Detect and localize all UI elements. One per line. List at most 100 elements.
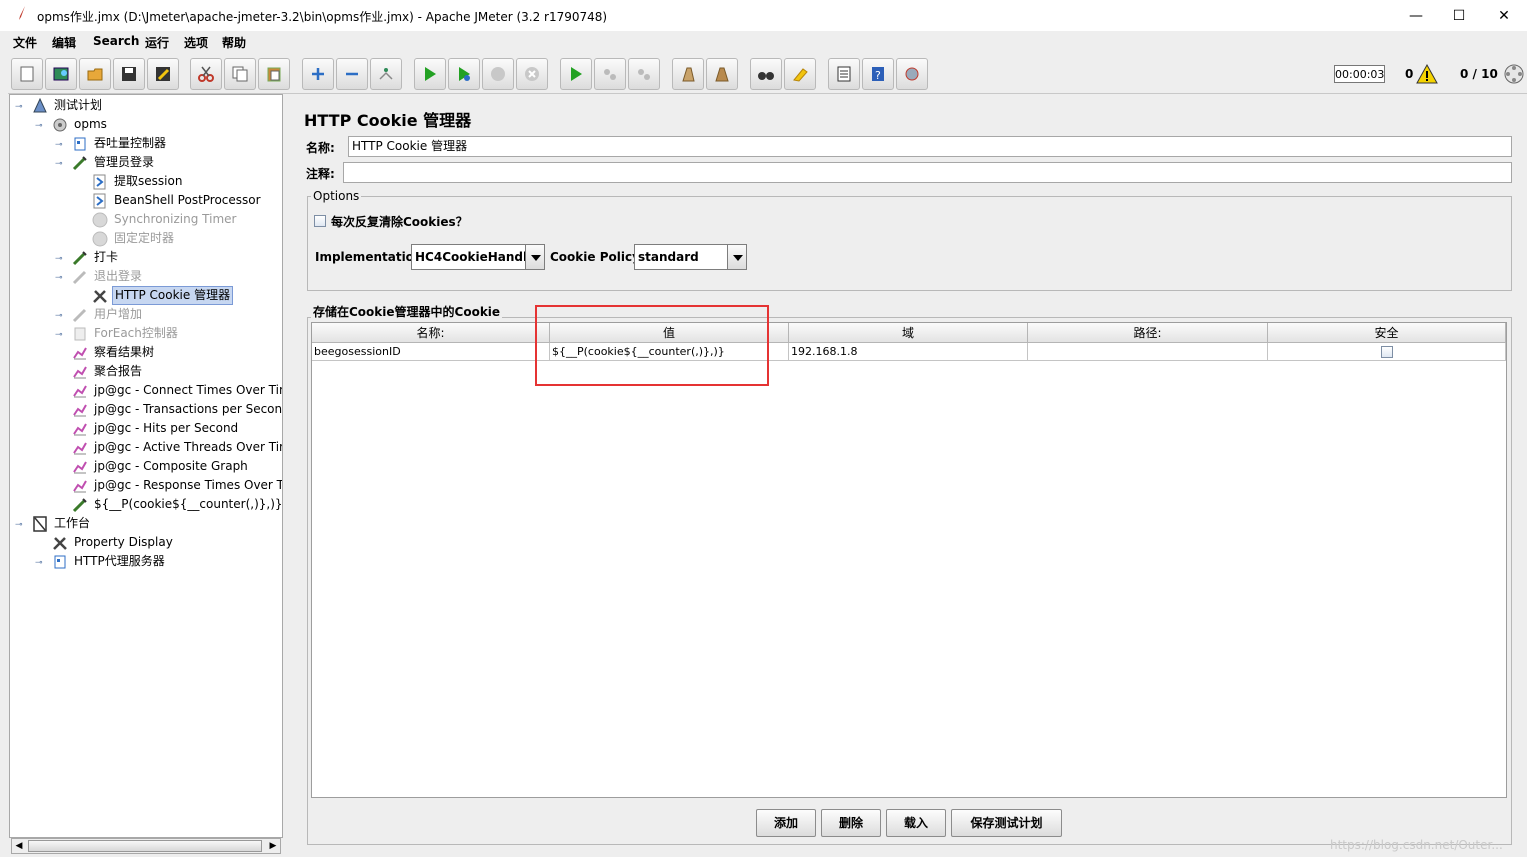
paste-icon[interactable] [258, 58, 290, 90]
scroll-thumb[interactable] [28, 840, 262, 852]
expand-icon[interactable] [302, 58, 334, 90]
tree-horizontal-scrollbar[interactable]: ◀ ▶ [11, 838, 281, 854]
collapse-icon[interactable] [336, 58, 368, 90]
options-group-title: Options [311, 189, 362, 203]
background-edge [1527, 0, 1536, 864]
sampler-icon [72, 497, 88, 513]
remote-stop-icon[interactable] [594, 58, 626, 90]
scroll-right-icon[interactable]: ▶ [267, 840, 279, 852]
open-icon[interactable] [79, 58, 111, 90]
sampler-icon [72, 155, 88, 171]
listener-icon [72, 440, 88, 456]
search-icon[interactable] [750, 58, 782, 90]
test-plan-tree[interactable]: ⊸ 测试计划 ⊸ opms ⊸ 吞吐量控制器 ⊸ 管理员登录 提取session… [9, 94, 283, 838]
config-icon [52, 535, 68, 551]
new-icon[interactable] [11, 58, 43, 90]
menu-help[interactable]: 帮助 [222, 34, 246, 51]
toggle-icon[interactable] [370, 58, 402, 90]
controller-icon [72, 136, 88, 152]
expander-icon[interactable]: ⊸ [35, 122, 43, 131]
implementation-value: HC4CookieHandler [415, 250, 542, 264]
error-count: 0 [1405, 67, 1414, 81]
scroll-left-icon[interactable]: ◀ [13, 840, 25, 852]
name-label: 名称: [306, 141, 335, 155]
expander-icon[interactable]: ⊸ [55, 331, 63, 340]
delete-button[interactable]: 删除 [821, 809, 881, 837]
save-as-icon[interactable] [147, 58, 179, 90]
expander-icon[interactable]: ⊸ [35, 559, 43, 568]
stop-icon[interactable] [482, 58, 514, 90]
name-field[interactable]: HTTP Cookie 管理器 [348, 136, 1512, 157]
function-helper-icon[interactable] [828, 58, 860, 90]
expander-icon[interactable]: ⊸ [55, 274, 63, 283]
annotation-highlight-box [535, 305, 769, 386]
remote-start-icon[interactable] [560, 58, 592, 90]
chevron-down-icon[interactable] [727, 245, 746, 269]
templates-icon[interactable] [45, 58, 77, 90]
expander-icon[interactable]: ⊸ [15, 521, 23, 530]
help-icon[interactable]: ? [862, 58, 894, 90]
split-pane-divider[interactable] [285, 94, 293, 854]
cut-icon[interactable] [190, 58, 222, 90]
expander-icon[interactable]: ⊸ [55, 255, 63, 264]
clear-each-iteration-checkbox[interactable] [314, 215, 326, 227]
expander-icon[interactable]: ⊸ [55, 160, 63, 169]
timer-icon [92, 212, 108, 228]
cookie-policy-select[interactable]: standard [634, 244, 747, 270]
controller-icon [52, 554, 68, 570]
column-header-domain[interactable]: 域 [789, 323, 1028, 343]
cookie-policy-label: Cookie Policy: [550, 250, 645, 264]
column-header-path[interactable]: 路径: [1028, 323, 1268, 343]
watermark: https://blog.csdn.net/Outer... [1330, 838, 1503, 852]
remote-exit-icon[interactable] [628, 58, 660, 90]
comment-field[interactable] [343, 162, 1512, 183]
load-button[interactable]: 载入 [886, 809, 946, 837]
copy-icon[interactable] [224, 58, 256, 90]
close-button[interactable]: ✕ [1481, 0, 1527, 31]
chevron-down-icon[interactable] [525, 245, 544, 269]
menu-run[interactable]: 运行 [145, 34, 169, 51]
clear-all-icon[interactable] [706, 58, 738, 90]
cell-cookie-secure[interactable] [1268, 343, 1506, 361]
post-processor-icon [92, 193, 108, 209]
menu-file[interactable]: 文件 [13, 34, 37, 51]
window-title: opms作业.jmx (D:\Jmeter\apache-jmeter-3.2\… [37, 10, 608, 24]
maximize-button[interactable]: ☐ [1436, 0, 1482, 31]
shutdown-icon[interactable] [516, 58, 548, 90]
column-header-name[interactable]: 名称: [312, 323, 550, 343]
cell-cookie-name[interactable]: beegosessionID [312, 343, 550, 361]
save-test-plan-button[interactable]: 保存测试计划 [951, 809, 1062, 837]
implementation-select[interactable]: HC4CookieHandler [411, 244, 545, 270]
save-icon[interactable] [113, 58, 145, 90]
cell-cookie-path[interactable] [1028, 343, 1268, 361]
minimize-button[interactable]: — [1393, 0, 1439, 31]
clear-icon[interactable] [672, 58, 704, 90]
add-button[interactable]: 添加 [756, 809, 816, 837]
sampler-icon [72, 269, 88, 285]
post-processor-icon [92, 174, 108, 190]
expander-icon[interactable]: ⊸ [15, 103, 23, 112]
listener-icon [72, 421, 88, 437]
start-icon[interactable] [414, 58, 446, 90]
svg-text:?: ? [875, 69, 881, 82]
toolbar: ? 00:00:03 0 0 / 10 [8, 55, 1527, 94]
start-no-pause-icon[interactable] [448, 58, 480, 90]
warning-icon[interactable] [1416, 63, 1438, 87]
menu-edit[interactable]: 编辑 [52, 34, 76, 51]
comment-label: 注释: [306, 167, 335, 181]
cookie-table[interactable]: 名称: 值 域 路径: 安全 beegosessionID ${__P(cook… [311, 322, 1507, 798]
expander-icon[interactable]: ⊸ [55, 312, 63, 321]
thread-count: 0 / 10 [1460, 67, 1498, 81]
reset-search-icon[interactable] [784, 58, 816, 90]
timer-icon [92, 231, 108, 247]
logger-icon[interactable] [896, 58, 928, 90]
cell-cookie-domain[interactable]: 192.168.1.8 [789, 343, 1028, 361]
sampler-icon [72, 250, 88, 266]
menu-bar: 文件 编辑 Search 运行 选项 帮助 [8, 31, 1527, 53]
menu-options[interactable]: 选项 [184, 34, 208, 51]
column-header-secure[interactable]: 安全 [1268, 323, 1506, 343]
expander-icon[interactable]: ⊸ [55, 141, 63, 150]
secure-checkbox[interactable] [1381, 346, 1393, 358]
test-plan-icon [32, 97, 48, 114]
menu-search[interactable]: Search [93, 34, 139, 48]
